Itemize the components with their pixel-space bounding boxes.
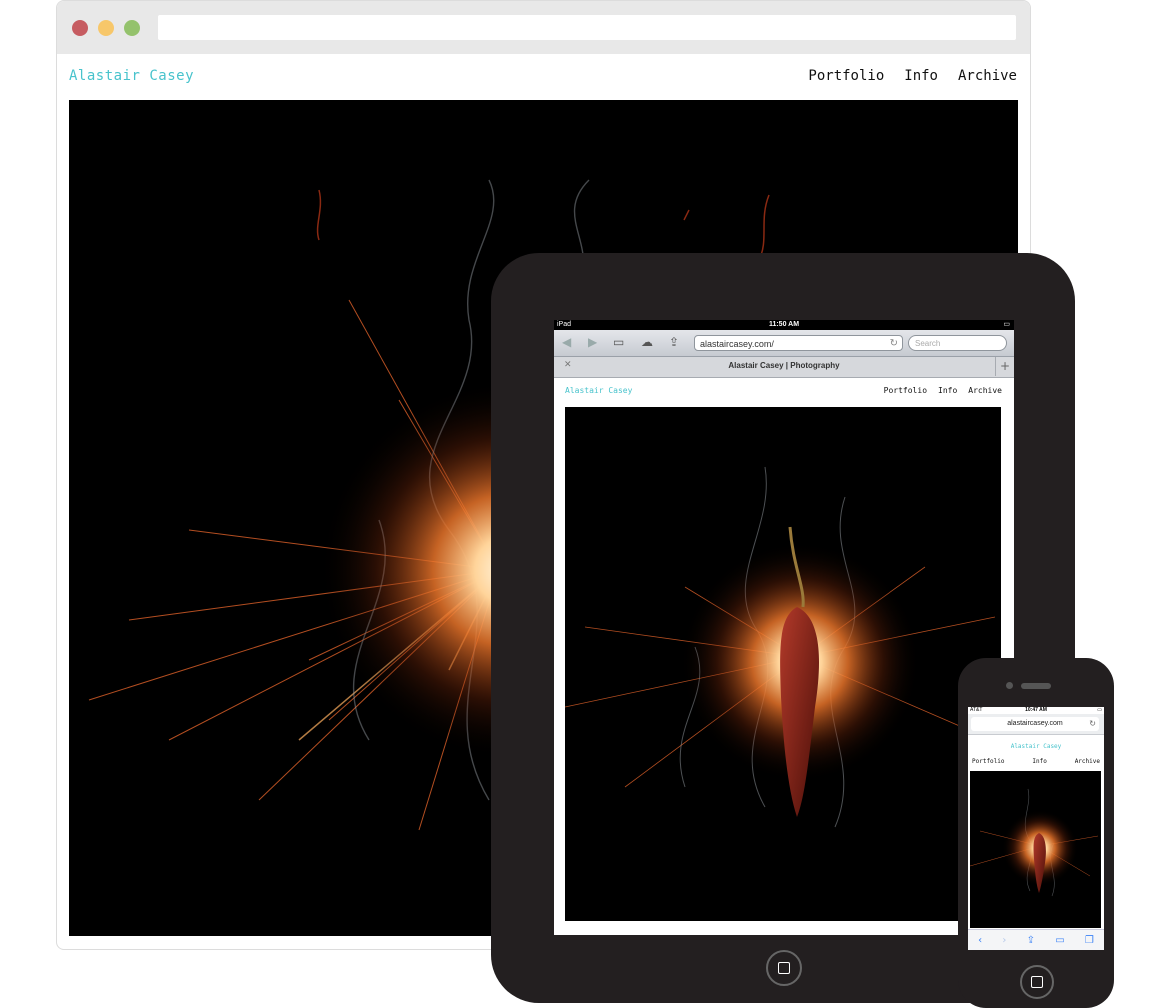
reload-icon[interactable]: ↻: [1089, 717, 1096, 731]
home-square-icon: [1031, 976, 1043, 988]
ipad-hero-photo: [565, 407, 1001, 921]
status-time: 10:47 AM: [1025, 707, 1047, 713]
iphone-nav-info-link[interactable]: Info: [1032, 758, 1046, 765]
iphone-url-area: alastaircasey.com ↻: [968, 714, 1104, 735]
forward-icon[interactable]: ›: [1002, 935, 1006, 946]
maximize-window-button[interactable]: [124, 20, 140, 36]
iphone-home-button[interactable]: [1020, 965, 1054, 999]
ipad-site-brand-link[interactable]: Alastair Casey: [565, 386, 632, 395]
safari-toolbar: ◀ ▶ ▭ ☁ ⇪ alastaircasey.com/ ↻ Search: [554, 330, 1014, 357]
tab-title[interactable]: Alastair Casey | Photography: [554, 361, 1014, 370]
battery-icon: ▭: [1003, 321, 1010, 328]
back-icon[interactable]: ‹: [978, 935, 982, 946]
share-icon[interactable]: ⇪: [1027, 935, 1035, 946]
iphone-safari-toolbar: ‹ › ⇪ ▭ ❐: [968, 929, 1104, 950]
iphone-device: AT&T 10:47 AM ▭ alastaircasey.com ↻ Alas…: [958, 658, 1114, 1008]
nav-portfolio-link[interactable]: Portfolio: [808, 68, 884, 84]
bookmarks-icon[interactable]: ▭: [613, 335, 624, 349]
ipad-home-button[interactable]: [766, 950, 802, 986]
browser-chrome: [57, 1, 1030, 54]
nav-archive-link[interactable]: Archive: [958, 68, 1017, 84]
address-bar[interactable]: [158, 15, 1016, 40]
iphone-site-nav: Portfolio Info Archive: [972, 758, 1100, 765]
ipad-site-nav: Portfolio Info Archive: [884, 386, 1002, 395]
iphone-nav-portfolio-link[interactable]: Portfolio: [972, 758, 1005, 765]
iphone-status-bar: AT&T 10:47 AM ▭: [968, 707, 1104, 714]
iphone-screen: AT&T 10:47 AM ▭ alastaircasey.com ↻ Alas…: [968, 707, 1104, 950]
reload-icon[interactable]: ↻: [890, 336, 898, 352]
ipad-tab-bar: ✕ Alastair Casey | Photography +: [554, 357, 1014, 378]
minimize-window-button[interactable]: [98, 20, 114, 36]
ipad-address-bar[interactable]: alastaircasey.com/ ↻: [694, 335, 903, 351]
site-nav: Portfolio Info Archive: [808, 68, 1017, 84]
burning-chili-pepper-icon: [565, 407, 1001, 921]
iphone-address-bar[interactable]: alastaircasey.com ↻: [971, 717, 1099, 731]
share-icon[interactable]: ⇪: [669, 335, 679, 349]
close-window-button[interactable]: [72, 20, 88, 36]
address-text: alastaircasey.com: [1007, 720, 1063, 727]
forward-icon[interactable]: ▶: [588, 335, 597, 349]
new-tab-button[interactable]: +: [995, 357, 1014, 376]
ipad-screen: iPad 11:50 AM ▭ ◀ ▶ ▭ ☁ ⇪ alastaircasey.…: [554, 320, 1014, 935]
ipad-nav-info-link[interactable]: Info: [938, 386, 957, 395]
icloud-icon[interactable]: ☁: [641, 335, 653, 349]
iphone-site-brand-link[interactable]: Alastair Casey: [968, 743, 1104, 750]
tabs-icon[interactable]: ❐: [1085, 935, 1094, 946]
iphone-hero-photo: [970, 771, 1101, 928]
nav-info-link[interactable]: Info: [904, 68, 938, 84]
search-field[interactable]: Search: [908, 335, 1007, 351]
home-square-icon: [778, 962, 790, 974]
ipad-nav-archive-link[interactable]: Archive: [968, 386, 1002, 395]
status-time: 11:50 AM: [768, 321, 800, 328]
address-text: alastaircasey.com/: [700, 339, 774, 349]
ipad-status-bar: iPad 11:50 AM ▭: [554, 320, 1014, 330]
bookmarks-icon[interactable]: ▭: [1055, 935, 1064, 946]
ipad-nav-portfolio-link[interactable]: Portfolio: [884, 386, 927, 395]
back-icon[interactable]: ◀: [562, 335, 571, 349]
battery-icon: ▭: [1097, 707, 1102, 713]
speaker-grille: [1021, 683, 1051, 689]
camera-icon: [1006, 682, 1013, 689]
iphone-nav-archive-link[interactable]: Archive: [1075, 758, 1100, 765]
site-brand-link[interactable]: Alastair Casey: [69, 68, 194, 84]
burning-chili-pepper-icon: [970, 771, 1101, 928]
